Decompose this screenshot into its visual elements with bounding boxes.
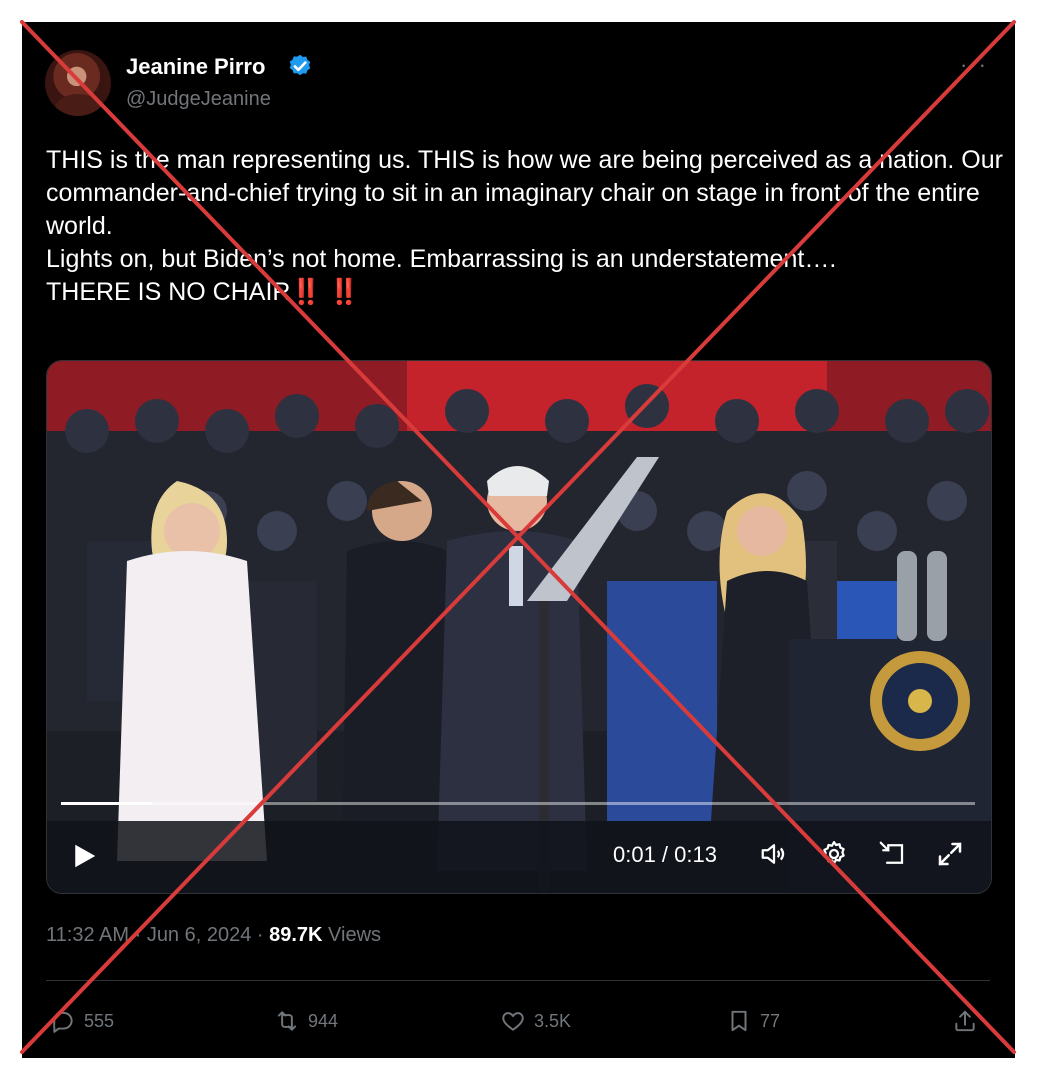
tweet-date[interactable]: Jun 6, 2024	[147, 924, 252, 946]
author-handle[interactable]: @JudgeJeanine	[126, 88, 271, 111]
repost-count: 944	[308, 1010, 339, 1031]
bookmark-count: 77	[760, 1010, 781, 1031]
views-count: 89.7K	[269, 924, 323, 946]
more-options-button[interactable]: ···	[960, 52, 988, 78]
bookmark-icon	[731, 1010, 747, 1032]
picture-in-picture-icon[interactable]	[877, 839, 907, 869]
fullscreen-icon[interactable]	[935, 839, 965, 869]
tweet-line: Lights on, but Biden’s not home. Embarra…	[46, 245, 837, 273]
repost-button[interactable]: 944	[274, 1006, 338, 1036]
video-frame[interactable]	[47, 361, 991, 893]
tweet-line: THIS is the man representing us. THIS is…	[46, 146, 1003, 240]
reply-button[interactable]: 555	[50, 1006, 114, 1036]
like-button[interactable]: 3.5K	[500, 1006, 571, 1036]
reply-icon	[53, 1011, 73, 1033]
author-name[interactable]: Jeanine Pirro	[126, 54, 265, 80]
video-player[interactable]: 0:01 / 0:13	[46, 360, 992, 894]
volume-icon[interactable]	[759, 839, 789, 869]
tweet-line-text: THERE IS NO CHAIR	[46, 278, 291, 306]
tweet-metadata: 11:32 AM · Jun 6, 2024 · 89.7K Views	[46, 924, 381, 947]
play-icon[interactable]	[69, 841, 99, 871]
tweet-time[interactable]: 11:32 AM	[46, 924, 129, 946]
tweet-text: THIS is the man representing us. THIS is…	[46, 144, 1006, 309]
heart-icon	[502, 1012, 524, 1031]
views-label: Views	[322, 924, 382, 946]
tweet-card: Jeanine Pirro @JudgeJeanine ··· THIS is …	[22, 22, 1015, 1058]
like-count: 3.5K	[534, 1010, 572, 1031]
share-icon	[955, 1010, 975, 1032]
repost-icon	[277, 1011, 297, 1031]
meta-separator: ·	[129, 924, 147, 946]
tweet-line: THERE IS NO CHAIR‼️ ‼️	[46, 276, 1006, 309]
settings-gear-icon[interactable]	[819, 839, 849, 869]
reply-count: 555	[84, 1010, 115, 1031]
video-progress-bar[interactable]	[61, 802, 975, 805]
verified-badge-icon	[289, 54, 311, 76]
double-exclamation-emoji: ‼️ ‼️	[290, 278, 360, 306]
video-time: 0:01 / 0:13	[613, 842, 717, 867]
meta-separator: ·	[251, 924, 270, 946]
avatar[interactable]	[45, 50, 111, 116]
divider	[46, 980, 990, 981]
bookmark-button[interactable]: 77	[726, 1006, 780, 1036]
video-progress-fill	[61, 802, 153, 805]
share-button[interactable]	[952, 1006, 986, 1036]
